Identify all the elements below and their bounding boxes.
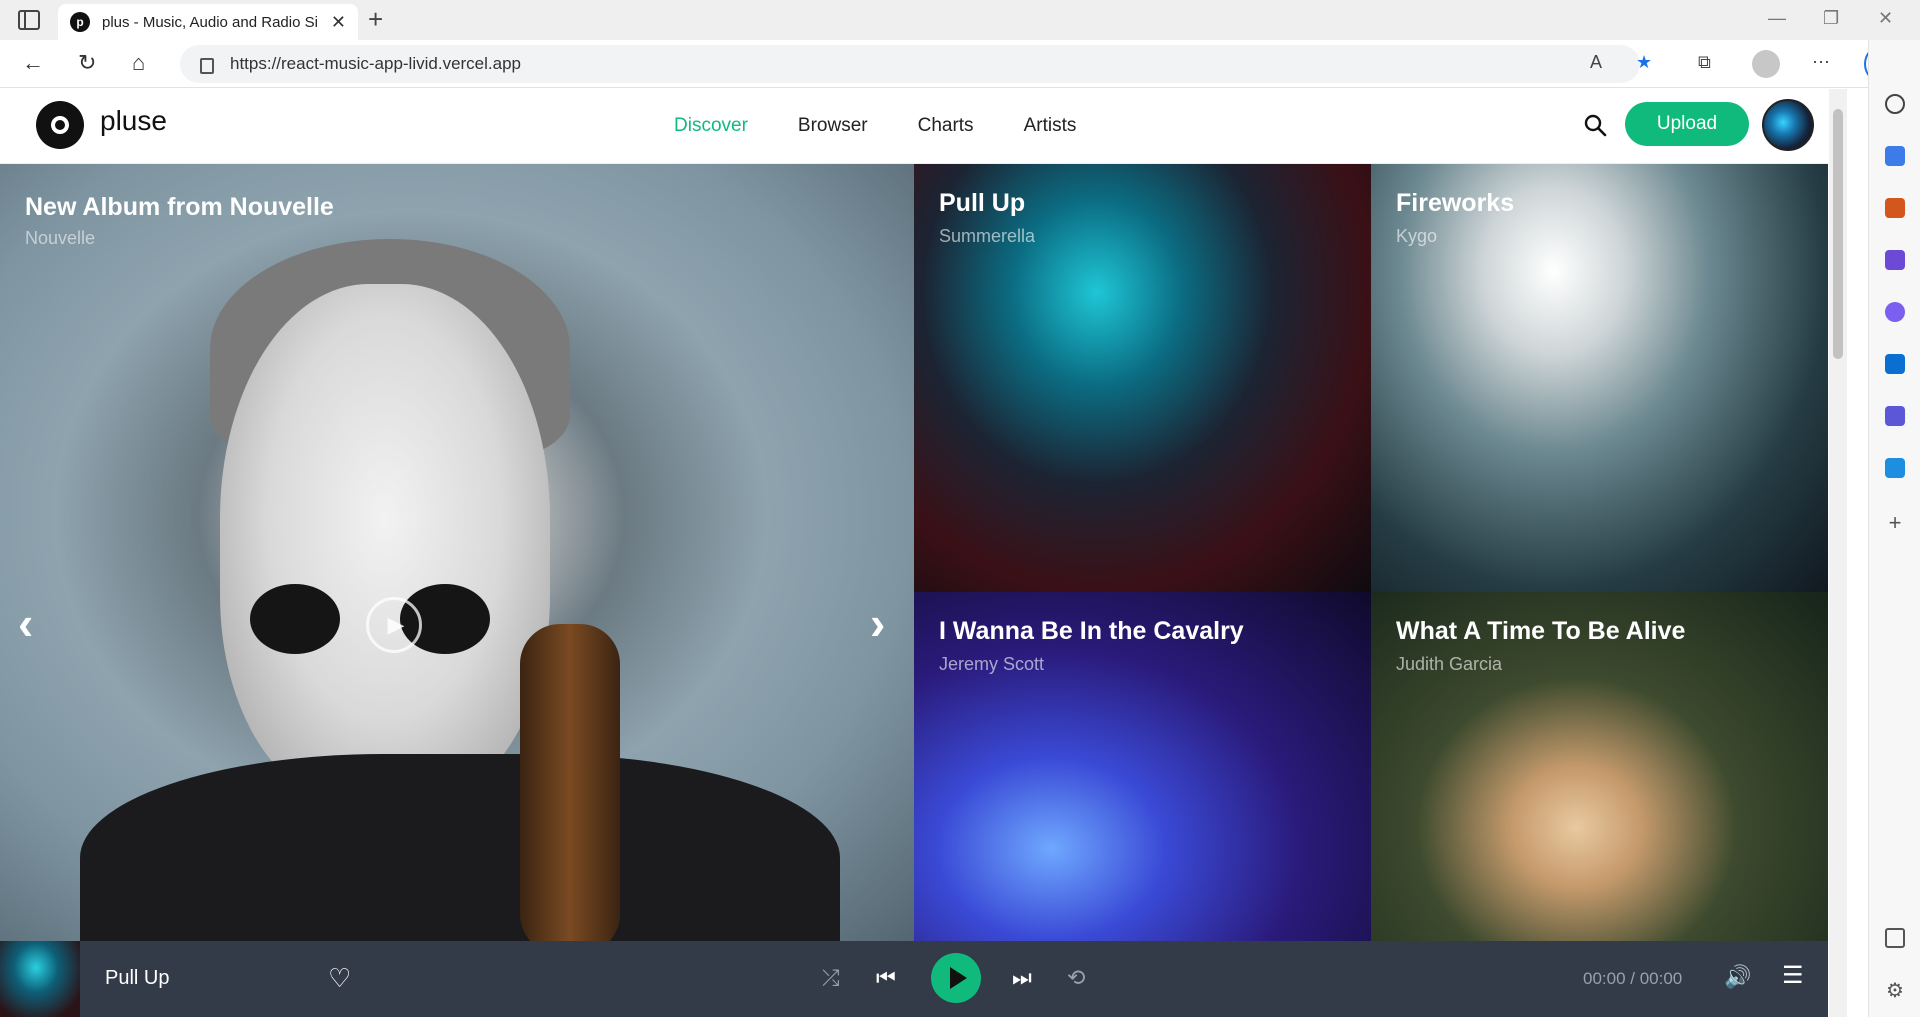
send-icon[interactable] bbox=[1885, 458, 1905, 478]
tab-actions-icon[interactable] bbox=[18, 10, 40, 30]
lock-icon bbox=[200, 58, 214, 74]
website: pluse Discover Browser Charts Artists Up… bbox=[0, 89, 1828, 1017]
settings-gear-icon[interactable]: ⚙ bbox=[1885, 978, 1905, 1002]
tile-pull-up[interactable]: Pull Up Summerella bbox=[914, 164, 1371, 592]
hero-play-icon[interactable]: ▶ bbox=[366, 597, 422, 653]
games-icon[interactable] bbox=[1885, 250, 1905, 270]
hero-slide[interactable]: New Album from Nouvelle Nouvelle ▶ ‹ › bbox=[0, 164, 914, 944]
new-tab-icon[interactable]: + bbox=[368, 4, 383, 35]
restore-icon[interactable]: ❐ bbox=[1823, 8, 1839, 29]
tile-title[interactable]: I Wanna Be In the Cavalry bbox=[939, 617, 1244, 646]
play-button[interactable] bbox=[931, 953, 981, 1003]
minimize-icon[interactable]: — bbox=[1768, 8, 1786, 29]
logo-text[interactable]: pluse bbox=[100, 105, 167, 137]
shuffle-icon[interactable]: ⤮ bbox=[822, 965, 840, 991]
search-sidebar-icon[interactable] bbox=[1885, 94, 1905, 114]
url-field[interactable]: https://react-music-app-livid.vercel.app bbox=[180, 45, 1640, 83]
window-close-icon[interactable]: ✕ bbox=[1878, 8, 1893, 29]
site-header: pluse Discover Browser Charts Artists Up… bbox=[0, 89, 1828, 164]
hero-image-eye-left bbox=[250, 584, 340, 654]
playlist-menu-icon[interactable]: ☰ bbox=[1782, 961, 1804, 990]
sidebar-layout-icon[interactable] bbox=[1885, 928, 1905, 948]
scrollbar-thumb[interactable] bbox=[1833, 109, 1843, 359]
previous-track-icon[interactable]: ⏮ bbox=[876, 965, 896, 991]
nav-artists[interactable]: Artists bbox=[1024, 115, 1077, 137]
profile-icon[interactable] bbox=[1752, 50, 1780, 78]
player-bar: Pull Up ♡ ⤮ ⏮ ⏭ ⟲ 00:00 / 00:00 🔊 ☰ bbox=[0, 941, 1828, 1017]
like-heart-icon[interactable]: ♡ bbox=[328, 963, 351, 994]
hero-subtitle[interactable]: Nouvelle bbox=[25, 228, 95, 249]
address-bar: ← ↻ ⌂ https://react-music-app-livid.verc… bbox=[0, 40, 1920, 88]
logo-icon[interactable] bbox=[36, 101, 84, 149]
tile-title[interactable]: Fireworks bbox=[1396, 189, 1514, 218]
more-options-icon[interactable]: ⋯ bbox=[1812, 52, 1830, 73]
tab-title: plus - Music, Audio and Radio Si bbox=[102, 13, 318, 31]
tab-favicon-icon: p bbox=[70, 12, 90, 32]
tile-fireworks[interactable]: Fireworks Kygo bbox=[1371, 164, 1828, 592]
back-icon[interactable]: ← bbox=[22, 50, 44, 76]
tile-subtitle[interactable]: Jeremy Scott bbox=[939, 654, 1044, 675]
read-aloud-icon[interactable]: A bbox=[1590, 52, 1602, 73]
repeat-icon[interactable]: ⟲ bbox=[1067, 965, 1085, 991]
nav-charts[interactable]: Charts bbox=[918, 115, 974, 137]
tools-briefcase-icon[interactable] bbox=[1885, 198, 1905, 218]
upload-button[interactable]: Upload bbox=[1625, 102, 1749, 146]
designer-icon[interactable] bbox=[1885, 406, 1905, 426]
browser-tab[interactable]: p plus - Music, Audio and Radio Si ✕ bbox=[58, 4, 358, 40]
hero-image-cello bbox=[520, 624, 620, 944]
home-icon[interactable]: ⌂ bbox=[132, 50, 145, 76]
tab-close-icon[interactable]: ✕ bbox=[331, 12, 346, 33]
page-scrollbar[interactable] bbox=[1829, 89, 1847, 1017]
playback-time: 00:00 / 00:00 bbox=[1583, 969, 1683, 988]
outlook-icon[interactable] bbox=[1885, 354, 1905, 374]
volume-icon[interactable]: 🔊 bbox=[1724, 964, 1751, 990]
microsoft365-icon[interactable] bbox=[1885, 302, 1905, 322]
tile-subtitle[interactable]: Kygo bbox=[1396, 226, 1437, 247]
tile-subtitle[interactable]: Summerella bbox=[939, 226, 1035, 247]
refresh-icon[interactable]: ↻ bbox=[78, 50, 96, 76]
hero-title[interactable]: New Album from Nouvelle bbox=[25, 193, 334, 222]
hero-image-body bbox=[80, 754, 840, 944]
player-track-title[interactable]: Pull Up bbox=[105, 967, 169, 990]
edge-sidebar: + ⚙ bbox=[1868, 40, 1920, 1017]
nav-discover[interactable]: Discover bbox=[674, 115, 748, 137]
next-track-icon[interactable]: ⏭ bbox=[1012, 965, 1032, 991]
browser-tab-bar: p plus - Music, Audio and Radio Si ✕ + —… bbox=[0, 0, 1920, 40]
add-sidebar-icon[interactable]: + bbox=[1885, 510, 1905, 535]
search-icon[interactable] bbox=[1583, 113, 1607, 137]
hero-image-face bbox=[220, 284, 550, 804]
nav-browser[interactable]: Browser bbox=[798, 115, 868, 137]
carousel-prev-icon[interactable]: ‹ bbox=[18, 596, 33, 650]
favorite-star-icon[interactable]: ★ bbox=[1636, 52, 1652, 73]
tile-title[interactable]: What A Time To Be Alive bbox=[1396, 617, 1685, 646]
carousel-next-icon[interactable]: › bbox=[870, 596, 885, 650]
collections-icon[interactable]: ⧉ bbox=[1698, 52, 1711, 73]
url-text: https://react-music-app-livid.vercel.app bbox=[230, 54, 522, 73]
tile-title[interactable]: Pull Up bbox=[939, 189, 1025, 218]
main-nav: Discover Browser Charts Artists bbox=[674, 115, 1076, 137]
avatar[interactable] bbox=[1762, 99, 1814, 151]
player-cover-art[interactable] bbox=[0, 941, 80, 1017]
tile-subtitle[interactable]: Judith Garcia bbox=[1396, 654, 1502, 675]
shopping-tag-icon[interactable] bbox=[1885, 146, 1905, 166]
